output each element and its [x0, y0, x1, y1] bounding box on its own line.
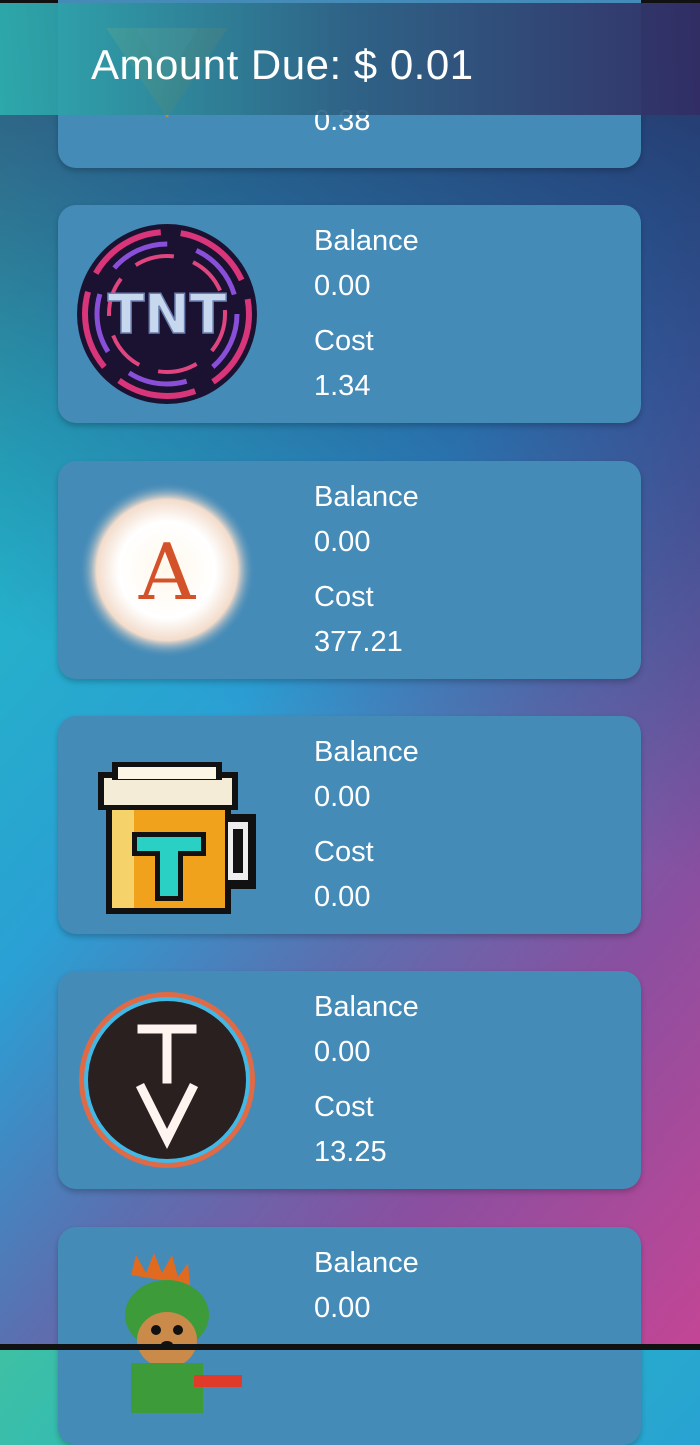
balance-label: Balance: [314, 991, 419, 1023]
balance-label: Balance: [314, 736, 419, 768]
balance-label: Balance: [314, 225, 419, 257]
balance-value: 0.00: [314, 1292, 371, 1324]
beer-mug-t-logo: [76, 734, 258, 916]
cost-label: Cost: [314, 836, 374, 868]
token-card-5[interactable]: Balance 0.00: [58, 1227, 641, 1445]
token-card-4[interactable]: Balance 0.00 Cost 13.25: [58, 971, 641, 1189]
balance-value: 0.00: [314, 270, 371, 302]
balance-value: 0.00: [314, 526, 371, 558]
token-card-1[interactable]: TNT Balance 0.00 Cost 1.34: [58, 205, 641, 423]
token-card-3[interactable]: Balance 0.00 Cost 0.00: [58, 716, 641, 934]
token-card-2[interactable]: A Balance 0.00 Cost 377.21: [58, 461, 641, 679]
svg-text:TNT: TNT: [108, 283, 227, 346]
balance-label: Balance: [314, 481, 419, 513]
amount-due-title: Amount Due: $ 0.01: [91, 41, 474, 88]
tv-circle-logo: [76, 989, 258, 1171]
balance-label: Balance: [314, 1247, 419, 1279]
svg-text:A: A: [138, 528, 197, 618]
dino-dog-logo: [76, 1245, 258, 1427]
cost-value: 1.34: [314, 370, 371, 402]
cost-label: Cost: [314, 325, 374, 357]
cost-value: 13.25: [314, 1136, 387, 1168]
amount-due-header: Amount Due: $ 0.01: [0, 3, 700, 115]
balance-value: 0.00: [314, 1036, 371, 1068]
cost-value: 377.21: [314, 626, 403, 658]
cost-value: 0.00: [314, 881, 371, 913]
cost-label: Cost: [314, 581, 374, 613]
tnt-logo: TNT: [76, 223, 258, 405]
balance-value: 0.00: [314, 781, 371, 813]
cost-label: Cost: [314, 1091, 374, 1123]
glowing-a-logo: A: [76, 479, 258, 661]
bottom-edge: [0, 1344, 700, 1350]
